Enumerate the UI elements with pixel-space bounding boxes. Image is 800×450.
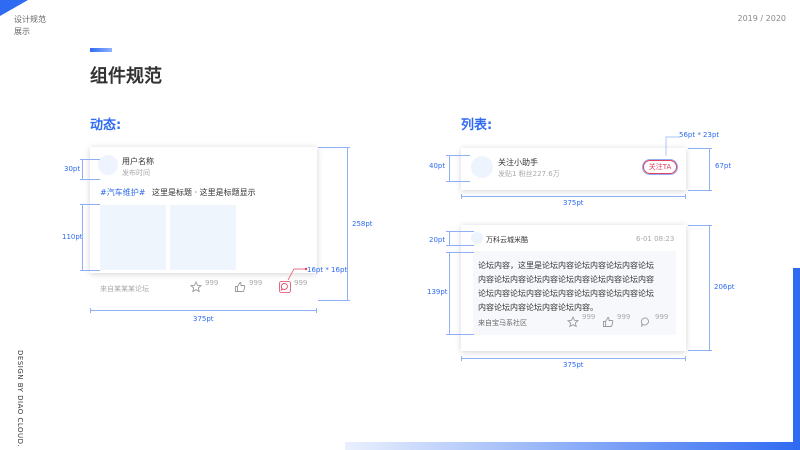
dim-line — [80, 270, 100, 271]
year-label: 2019 / 2020 — [737, 14, 787, 23]
bottom-gradient-bar — [345, 442, 800, 450]
like-icon[interactable] — [234, 281, 246, 293]
dim-avatar-height: 40pt — [429, 162, 446, 170]
star-count: 999 — [582, 313, 596, 321]
image-placeholder[interactable] — [100, 205, 166, 270]
dim-line — [80, 159, 100, 160]
dim-line — [347, 147, 348, 300]
topic-tag[interactable]: #汽车维护# — [100, 188, 145, 197]
dim-total-height: 67pt — [715, 162, 732, 170]
dim-tick — [685, 194, 686, 199]
dim-tick — [461, 356, 462, 361]
follow-button[interactable]: 关注TA — [643, 160, 677, 174]
post-date: 6-01 08:23 — [636, 235, 675, 243]
right-accent-bar — [793, 268, 800, 450]
dim-leader-line — [287, 267, 308, 281]
header-line1: 设计规范 — [14, 15, 46, 24]
post-title[interactable]: 这里是标题 · 这里是标题显示 — [152, 188, 256, 197]
section-title-list: 列表: — [461, 118, 493, 133]
dim-line — [709, 148, 710, 190]
dim-line — [80, 179, 100, 180]
forum-source: 来自宝马系社区 — [478, 319, 527, 327]
source-label: 来自某某某论坛 — [100, 285, 149, 293]
dim-line — [449, 252, 450, 334]
title-accent-bar — [90, 48, 112, 52]
dynamic-card[interactable]: 用户名称 发布时间 #汽车维护# 这里是标题 · 这里是标题显示 — [90, 147, 317, 273]
dim-width: 375pt — [193, 315, 214, 323]
dim-leader-line — [665, 136, 680, 156]
section-title-dynamic: 动态: — [90, 118, 122, 133]
side-vertical-text: DESIGN BY DIAO CLOUD. — [16, 350, 24, 448]
dim-button-size: 56pt * 23pt — [679, 131, 720, 139]
page-title: 组件规范 — [90, 66, 162, 87]
comment-icon[interactable] — [640, 316, 652, 328]
dim-width: 375pt — [563, 199, 584, 207]
dim-line — [449, 155, 450, 181]
post-content: 论坛内容，这里是论坛内容论坛内容论坛内容论坛 内容论坛内容论坛内容论坛内容论坛内… — [478, 259, 654, 315]
header-label: 设计规范 展示 — [14, 14, 46, 38]
dim-tick — [461, 194, 462, 199]
star-icon[interactable] — [190, 281, 202, 293]
dim-line — [461, 358, 686, 359]
dim-line — [446, 245, 474, 246]
star-icon[interactable] — [567, 316, 579, 328]
content-line: 论坛内容论坛内容论坛内容论坛内容论坛内容论坛 — [478, 289, 654, 298]
dim-line — [318, 300, 350, 301]
list-name[interactable]: 关注小助手 — [498, 157, 538, 168]
dim-line — [461, 196, 686, 197]
dim-line — [688, 190, 712, 191]
image-placeholder[interactable] — [170, 205, 236, 270]
like-count: 999 — [249, 279, 263, 287]
dim-total-height: 206pt — [714, 283, 735, 291]
like-count: 999 — [617, 313, 631, 321]
dim-image-height: 110pt — [62, 233, 83, 241]
publish-time: 发布时间 — [122, 169, 150, 177]
dim-line — [318, 147, 350, 148]
post-content-box[interactable]: 论坛内容，这里是论坛内容论坛内容论坛内容论坛 内容论坛内容论坛内容论坛内容论坛内… — [473, 251, 676, 335]
dim-total-height: 258pt — [352, 220, 373, 228]
comment-count: 999 — [655, 313, 669, 321]
dim-line — [688, 350, 712, 351]
dim-line — [90, 310, 317, 311]
header-line2: 展示 — [14, 27, 30, 36]
dim-tick — [316, 308, 317, 313]
dim-width: 375pt — [563, 361, 584, 369]
dim-line — [80, 204, 100, 205]
dim-line — [446, 334, 474, 335]
dim-content-height: 139pt — [427, 288, 448, 296]
list-card-follow[interactable]: 关注小助手 发贴1 粉丝227.6万 关注TA — [461, 148, 686, 190]
dim-tick — [90, 308, 91, 313]
dim-line — [446, 231, 474, 232]
dim-line — [82, 204, 83, 270]
content-line: 论坛内容，这里是论坛内容论坛内容论坛内容论坛 — [478, 261, 654, 270]
dim-header-height: 20pt — [429, 236, 446, 244]
avatar[interactable] — [471, 232, 483, 244]
avatar[interactable] — [98, 155, 118, 175]
list-meta: 发贴1 粉丝227.6万 — [498, 170, 560, 178]
dim-tick — [685, 356, 686, 361]
dim-line — [446, 181, 470, 182]
dim-line — [446, 252, 474, 253]
dim-header-height: 30pt — [64, 165, 81, 173]
dim-line — [449, 231, 450, 245]
content-line: 内容论坛内容论坛内容论坛内容论坛内容论坛内容 — [478, 275, 654, 284]
dim-line — [709, 225, 710, 350]
star-count: 999 — [205, 279, 219, 287]
avatar[interactable] — [471, 156, 493, 178]
list-card-forum[interactable]: 万科云城米酷 6-01 08:23 论坛内容，这里是论坛内容论坛内容论坛内容论坛… — [461, 225, 686, 351]
username[interactable]: 用户名称 — [122, 156, 154, 167]
dim-line — [82, 159, 83, 179]
like-icon[interactable] — [602, 316, 614, 328]
forum-user[interactable]: 万科云城米酷 — [486, 235, 528, 245]
dim-icon-size: 16pt * 16pt — [307, 266, 348, 274]
